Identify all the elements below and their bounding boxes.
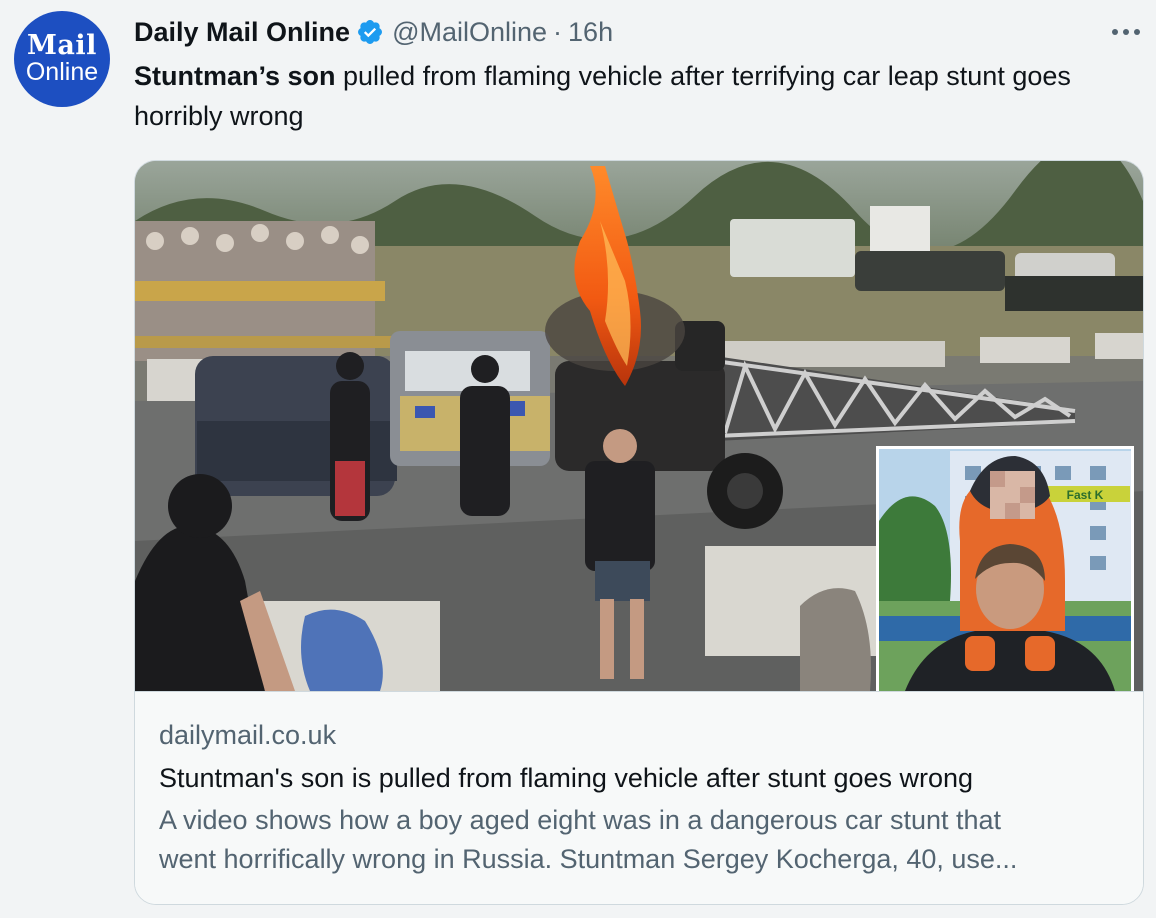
card-description-line1: A video shows how a boy aged eight was i… — [159, 805, 1002, 835]
card-title[interactable]: Stuntman's son is pulled from flaming ve… — [159, 761, 1119, 795]
card-description: A video shows how a boy aged eight was i… — [159, 801, 1119, 879]
link-preview-card[interactable]: Fast K dailymail.co.uk Stuntman's son is… — [134, 160, 1144, 905]
card-domain[interactable]: dailymail.co.uk — [159, 718, 1119, 752]
inset-sign-text: Fast K — [1067, 488, 1104, 502]
card-media-image[interactable]: Fast K — [135, 161, 1143, 691]
header-separator: · — [553, 16, 563, 47]
avatar-logo-line2: Online — [25, 58, 99, 86]
inset-portrait: Fast K — [876, 446, 1134, 691]
avatar-logo-line1: Mail — [27, 30, 97, 61]
verified-badge-icon — [358, 20, 383, 44]
card-info[interactable]: dailymail.co.uk Stuntman's son is pulled… — [135, 691, 1143, 904]
avatar[interactable]: Mail Online — [14, 11, 110, 107]
tweet-text-bold: Stuntman’s son — [134, 61, 336, 91]
tweet-text: Stuntman’s son pulled from flaming vehic… — [134, 56, 1124, 136]
more-options-icon[interactable] — [1110, 18, 1142, 46]
card-description-line2: went horrifically wrong in Russia. Stunt… — [159, 844, 1018, 874]
author-handle[interactable]: @MailOnline — [392, 17, 547, 48]
tweet-header: Daily Mail Online @MailOnline · 16h — [134, 14, 613, 50]
stunt-scene-image: Fast K — [135, 161, 1143, 691]
author-display-name[interactable]: Daily Mail Online — [134, 17, 350, 48]
tweet-timestamp[interactable]: 16h — [568, 17, 613, 48]
